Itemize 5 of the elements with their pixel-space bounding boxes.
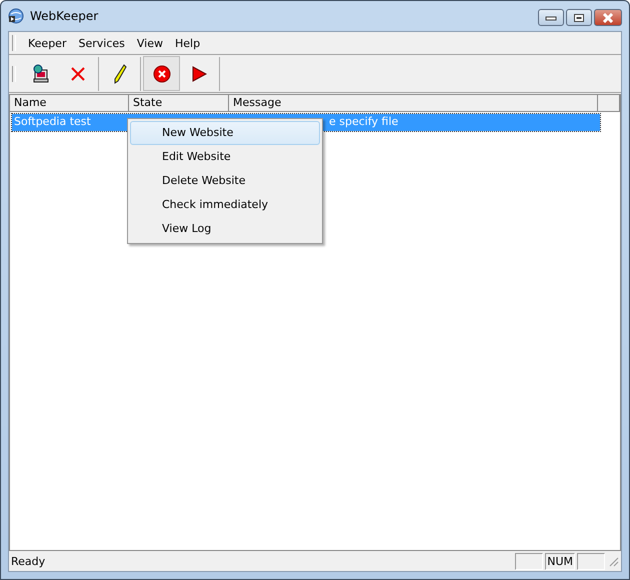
window-title: WebKeeper <box>30 9 98 23</box>
message-cell-text: e specify file <box>328 114 400 130</box>
status-indicator: NUM <box>545 552 575 570</box>
name-cell-text: Softpedia test <box>13 114 92 130</box>
status-text: Ready <box>11 554 46 568</box>
